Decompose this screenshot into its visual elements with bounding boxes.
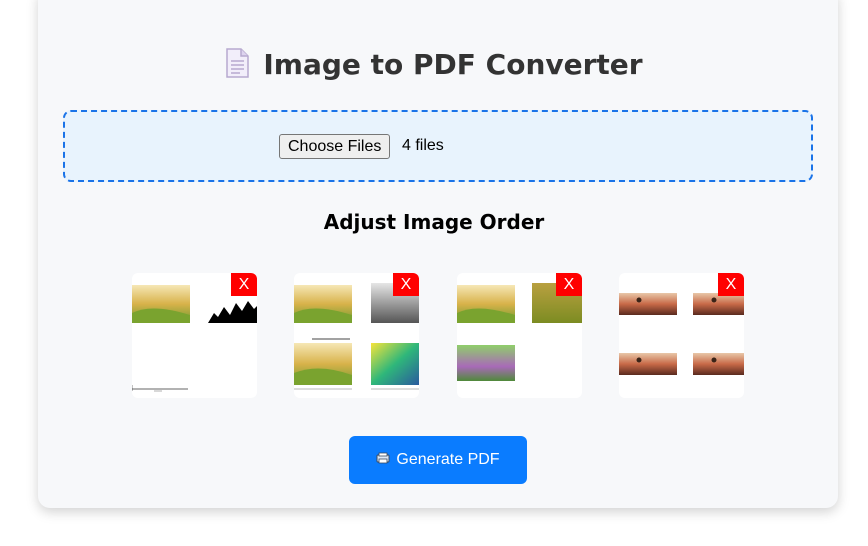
choose-files-button[interactable]: Choose Files: [279, 134, 391, 159]
remove-thumbnail-3-button[interactable]: X: [556, 273, 582, 296]
generate-pdf-button[interactable]: Generate PDF: [349, 436, 527, 484]
thumbnail-3[interactable]: X: [457, 273, 582, 398]
page-title: Image to PDF Converter: [0, 48, 868, 85]
file-count-label: 4 files: [402, 137, 444, 154]
remove-thumbnail-1-button[interactable]: X: [231, 273, 257, 296]
order-heading: Adjust Image Order: [323, 210, 545, 234]
title-text: Image to PDF Converter: [263, 48, 643, 81]
printer-icon: [376, 451, 390, 469]
thumbnail-2[interactable]: X: [294, 273, 419, 398]
thumbnail-4[interactable]: X: [619, 273, 744, 398]
thumbnail-1[interactable]: X: [132, 273, 257, 398]
remove-thumbnail-2-button[interactable]: X: [393, 273, 419, 296]
generate-pdf-label: Generate PDF: [396, 451, 500, 468]
remove-thumbnail-4-button[interactable]: X: [718, 273, 744, 296]
document-icon: [225, 48, 250, 85]
